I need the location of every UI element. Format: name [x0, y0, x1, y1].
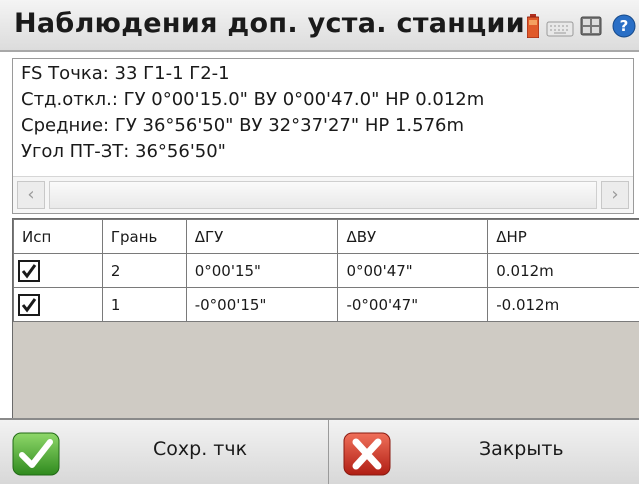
col-header-delta-vz[interactable]: ΔВУ — [337, 219, 489, 254]
scroll-track[interactable] — [49, 181, 597, 209]
use-cell[interactable] — [13, 253, 103, 288]
use-checkbox[interactable] — [18, 259, 40, 282]
save-point-button[interactable]: Сохр. тчк — [0, 420, 329, 484]
delta-vz-cell: 0°00'47" — [337, 253, 489, 288]
close-button-label: Закрыть — [479, 438, 564, 460]
scroll-left-button[interactable]: ‹ — [17, 181, 45, 209]
fs-point-line: FS Точка: 33 Г1-1 Г2-1 — [21, 63, 230, 84]
close-button[interactable]: Закрыть — [329, 420, 639, 484]
delta-hp-cell: 0.012m — [487, 253, 639, 288]
bottom-toolbar: Сохр. тчк Закрыть — [0, 418, 639, 484]
observations-table: Исп Грань ΔГУ ΔВУ ΔHP 2 0°00'15" 0°00'47… — [13, 219, 639, 322]
table-header-row: Исп Грань ΔГУ ΔВУ ΔHP — [13, 219, 639, 254]
keyboard-icon[interactable] — [546, 14, 574, 38]
help-icon[interactable]: ? — [612, 14, 636, 38]
battery-icon[interactable] — [527, 14, 539, 38]
horizontal-scrollbar[interactable]: ‹ › — [13, 176, 633, 213]
face-cell: 2 — [101, 253, 187, 288]
col-header-delta-hz[interactable]: ΔГУ — [185, 219, 339, 254]
col-header-delta-hp[interactable]: ΔHP — [487, 219, 639, 254]
use-cell[interactable] — [13, 287, 103, 322]
col-header-use[interactable]: Исп — [13, 219, 103, 254]
save-button-label: Сохр. тчк — [153, 438, 248, 460]
grid-icon[interactable] — [580, 14, 602, 38]
table-row[interactable]: 2 0°00'15" 0°00'47" 0.012m — [13, 253, 639, 288]
svg-text:?: ? — [620, 17, 629, 35]
delta-hz-cell: -0°00'15" — [185, 287, 339, 322]
delta-hp-cell: -0.012m — [487, 287, 639, 322]
use-checkbox[interactable] — [18, 293, 40, 316]
accept-check-icon — [12, 432, 60, 476]
window-title: Наблюдения доп. уста. станции — [14, 8, 525, 39]
observation-summary: FS Точка: 33 Г1-1 Г2-1 Стд.откл.: ГУ 0°0… — [12, 58, 634, 214]
scroll-right-button[interactable]: › — [601, 181, 629, 209]
close-x-icon — [343, 432, 391, 476]
observations-grid: Исп Грань ΔГУ ΔВУ ΔHP 2 0°00'15" 0°00'47… — [12, 218, 639, 419]
angle-line: Угол ПТ-ЗТ: 36°56'50" — [21, 141, 226, 162]
delta-hz-cell: 0°00'15" — [185, 253, 339, 288]
table-row[interactable]: 1 -0°00'15" -0°00'47" -0.012m — [13, 287, 639, 322]
mean-line: Средние: ГУ 36°56'50" ВУ 32°37'27" HP 1.… — [21, 115, 465, 136]
col-header-face[interactable]: Грань — [101, 219, 187, 254]
face-cell: 1 — [101, 287, 187, 322]
std-dev-line: Стд.откл.: ГУ 0°00'15.0" ВУ 0°00'47.0" H… — [21, 89, 485, 110]
checkmark-icon — [21, 263, 37, 278]
checkmark-icon — [21, 297, 37, 312]
title-bar: Наблюдения доп. уста. станции ? — [0, 0, 639, 52]
delta-vz-cell: -0°00'47" — [337, 287, 489, 322]
